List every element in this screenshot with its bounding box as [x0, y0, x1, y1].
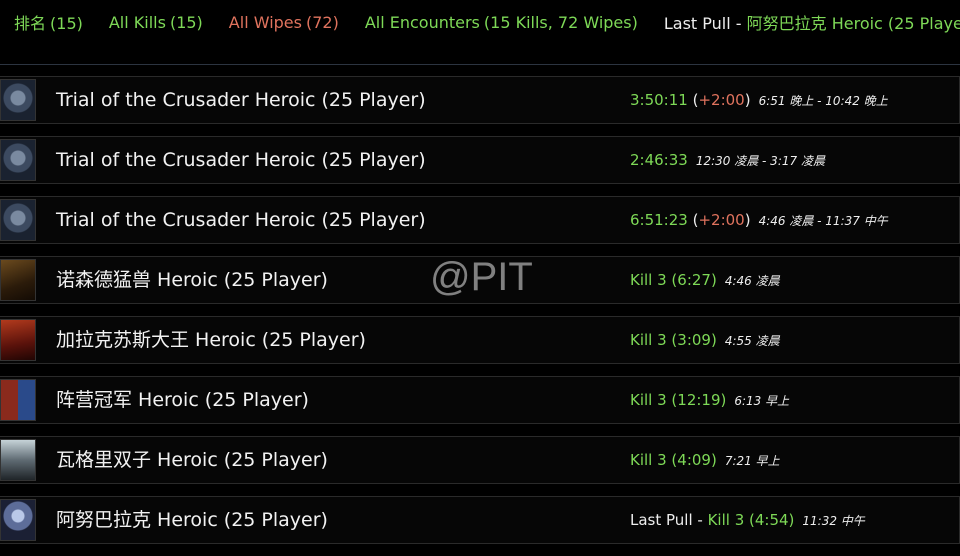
encounter-times: 11:32 中午: [802, 514, 865, 528]
encounter-result: Kill 3 (3:09) 4:55 凌晨: [630, 317, 780, 363]
encounter-kill: Kill 3 (4:54): [707, 511, 795, 529]
encounter-row[interactable]: Trial of the Crusader Heroic (25 Player)…: [0, 196, 960, 244]
encounter-kill: Kill 3 (6:27): [630, 271, 717, 289]
encounter-name: 诺森德猛兽 Heroic (25 Player): [56, 269, 328, 291]
tab-all-wipes-label: All Wipes: [228, 12, 302, 32]
tab-all-kills-count: (15): [169, 12, 203, 32]
extra-close: ): [744, 211, 751, 229]
encounter-result: 2:46:33 12:30 凌晨 - 3:17 凌晨: [630, 137, 825, 183]
last-pull-label: Last Pull -: [663, 14, 747, 33]
encounter-times: 7:21 早上: [724, 454, 780, 468]
last-pull-link[interactable]: Last Pull - 阿努巴拉克 Heroic (25 Player) Kil: [664, 10, 960, 34]
encounter-row[interactable]: 阿努巴拉克 Heroic (25 Player) Last Pull - Kil…: [0, 496, 960, 544]
encounter-name: Trial of the Crusader Heroic (25 Player): [56, 89, 426, 111]
last-pull-encounter: 阿努巴拉克 Heroic (25 Player) Kil: [746, 14, 960, 33]
encounter-duration: 3:50:11: [630, 91, 688, 109]
crusader-icon: [0, 79, 36, 121]
faction-icon: [0, 379, 36, 421]
encounter-result: 6:51:23 (+2:00) 4:46 凌晨 - 11:37 中午: [630, 197, 888, 243]
encounter-kill: Kill 3 (12:19): [630, 391, 727, 409]
encounter-name: 瓦格里双子 Heroic (25 Player): [56, 449, 328, 471]
tab-all-kills-label: All Kills: [108, 12, 166, 32]
encounter-name: 阵营冠军 Heroic (25 Player): [56, 389, 309, 411]
header-divider: [0, 64, 960, 65]
crusader-icon: [0, 139, 36, 181]
extra-open: (: [687, 91, 699, 109]
encounter-name: Trial of the Crusader Heroic (25 Player): [56, 149, 426, 171]
twins-icon: [0, 439, 36, 481]
encounter-result: Kill 3 (4:09) 7:21 早上: [630, 437, 780, 483]
tab-all-encounters-count: (15 Kills, 72 Wipes): [483, 12, 638, 32]
encounter-duration: 6:51:23: [630, 211, 688, 229]
extra-time: +2:00: [698, 211, 745, 229]
encounter-result: Last Pull - Kill 3 (4:54) 11:32 中午: [630, 497, 865, 543]
tab-rankings[interactable]: 排名 (15): [14, 10, 83, 34]
encounter-prefix: Last Pull -: [630, 511, 708, 529]
tab-all-kills[interactable]: All Kills (15): [109, 13, 203, 32]
encounter-kill: Kill 3 (4:09): [630, 451, 717, 469]
encounter-row[interactable]: Trial of the Crusader Heroic (25 Player)…: [0, 76, 960, 124]
extra-open: (: [687, 211, 699, 229]
tab-all-encounters-label: All Encounters: [364, 12, 480, 32]
encounter-times: 4:46 凌晨: [724, 274, 780, 288]
encounter-name: 阿努巴拉克 Heroic (25 Player): [56, 509, 328, 531]
encounter-name: 加拉克苏斯大王 Heroic (25 Player): [56, 329, 366, 351]
extra-time: +2:00: [698, 91, 745, 109]
extra-close: ): [744, 91, 751, 109]
encounter-list: Trial of the Crusader Heroic (25 Player)…: [0, 76, 960, 556]
beast-icon: [0, 259, 36, 301]
encounter-row[interactable]: Trial of the Crusader Heroic (25 Player)…: [0, 136, 960, 184]
tab-all-encounters[interactable]: All Encounters (15 Kills, 72 Wipes): [365, 13, 638, 32]
encounter-result: Kill 3 (12:19) 6:13 早上: [630, 377, 789, 423]
encounter-result: Kill 3 (6:27) 4:46 凌晨: [630, 257, 780, 303]
tab-rankings-label: 排名: [14, 14, 47, 33]
jaraxxus-icon: [0, 319, 36, 361]
encounter-times: 6:51 晚上 - 10:42 晚上: [758, 94, 888, 108]
report-tabs: 排名 (15) All Kills (15) All Wipes (72) All E…: [0, 0, 960, 44]
encounter-result: 3:50:11 (+2:00) 6:51 晚上 - 10:42 晚上: [630, 77, 888, 123]
encounter-row[interactable]: 阵营冠军 Heroic (25 Player) Kill 3 (12:19) 6:…: [0, 376, 960, 424]
encounter-row[interactable]: 加拉克苏斯大王 Heroic (25 Player) Kill 3 (3:09)…: [0, 316, 960, 364]
encounter-kill: Kill 3 (3:09): [630, 331, 717, 349]
encounter-duration: 2:46:33: [630, 151, 688, 169]
encounter-row[interactable]: 瓦格里双子 Heroic (25 Player) Kill 3 (4:09) 7:…: [0, 436, 960, 484]
tab-rankings-count: (15): [50, 14, 83, 33]
tab-all-wipes[interactable]: All Wipes (72): [229, 13, 339, 32]
encounter-row[interactable]: 诺森德猛兽 Heroic (25 Player) Kill 3 (6:27) 4:…: [0, 256, 960, 304]
encounter-times: 6:13 早上: [734, 394, 790, 408]
encounter-times: 4:55 凌晨: [724, 334, 780, 348]
encounter-times: 12:30 凌晨 - 3:17 凌晨: [695, 154, 825, 168]
encounter-name: Trial of the Crusader Heroic (25 Player): [56, 209, 426, 231]
crusader-icon: [0, 199, 36, 241]
encounter-times: 4:46 凌晨 - 11:37 中午: [758, 214, 888, 228]
tab-all-wipes-count: (72): [305, 12, 339, 32]
